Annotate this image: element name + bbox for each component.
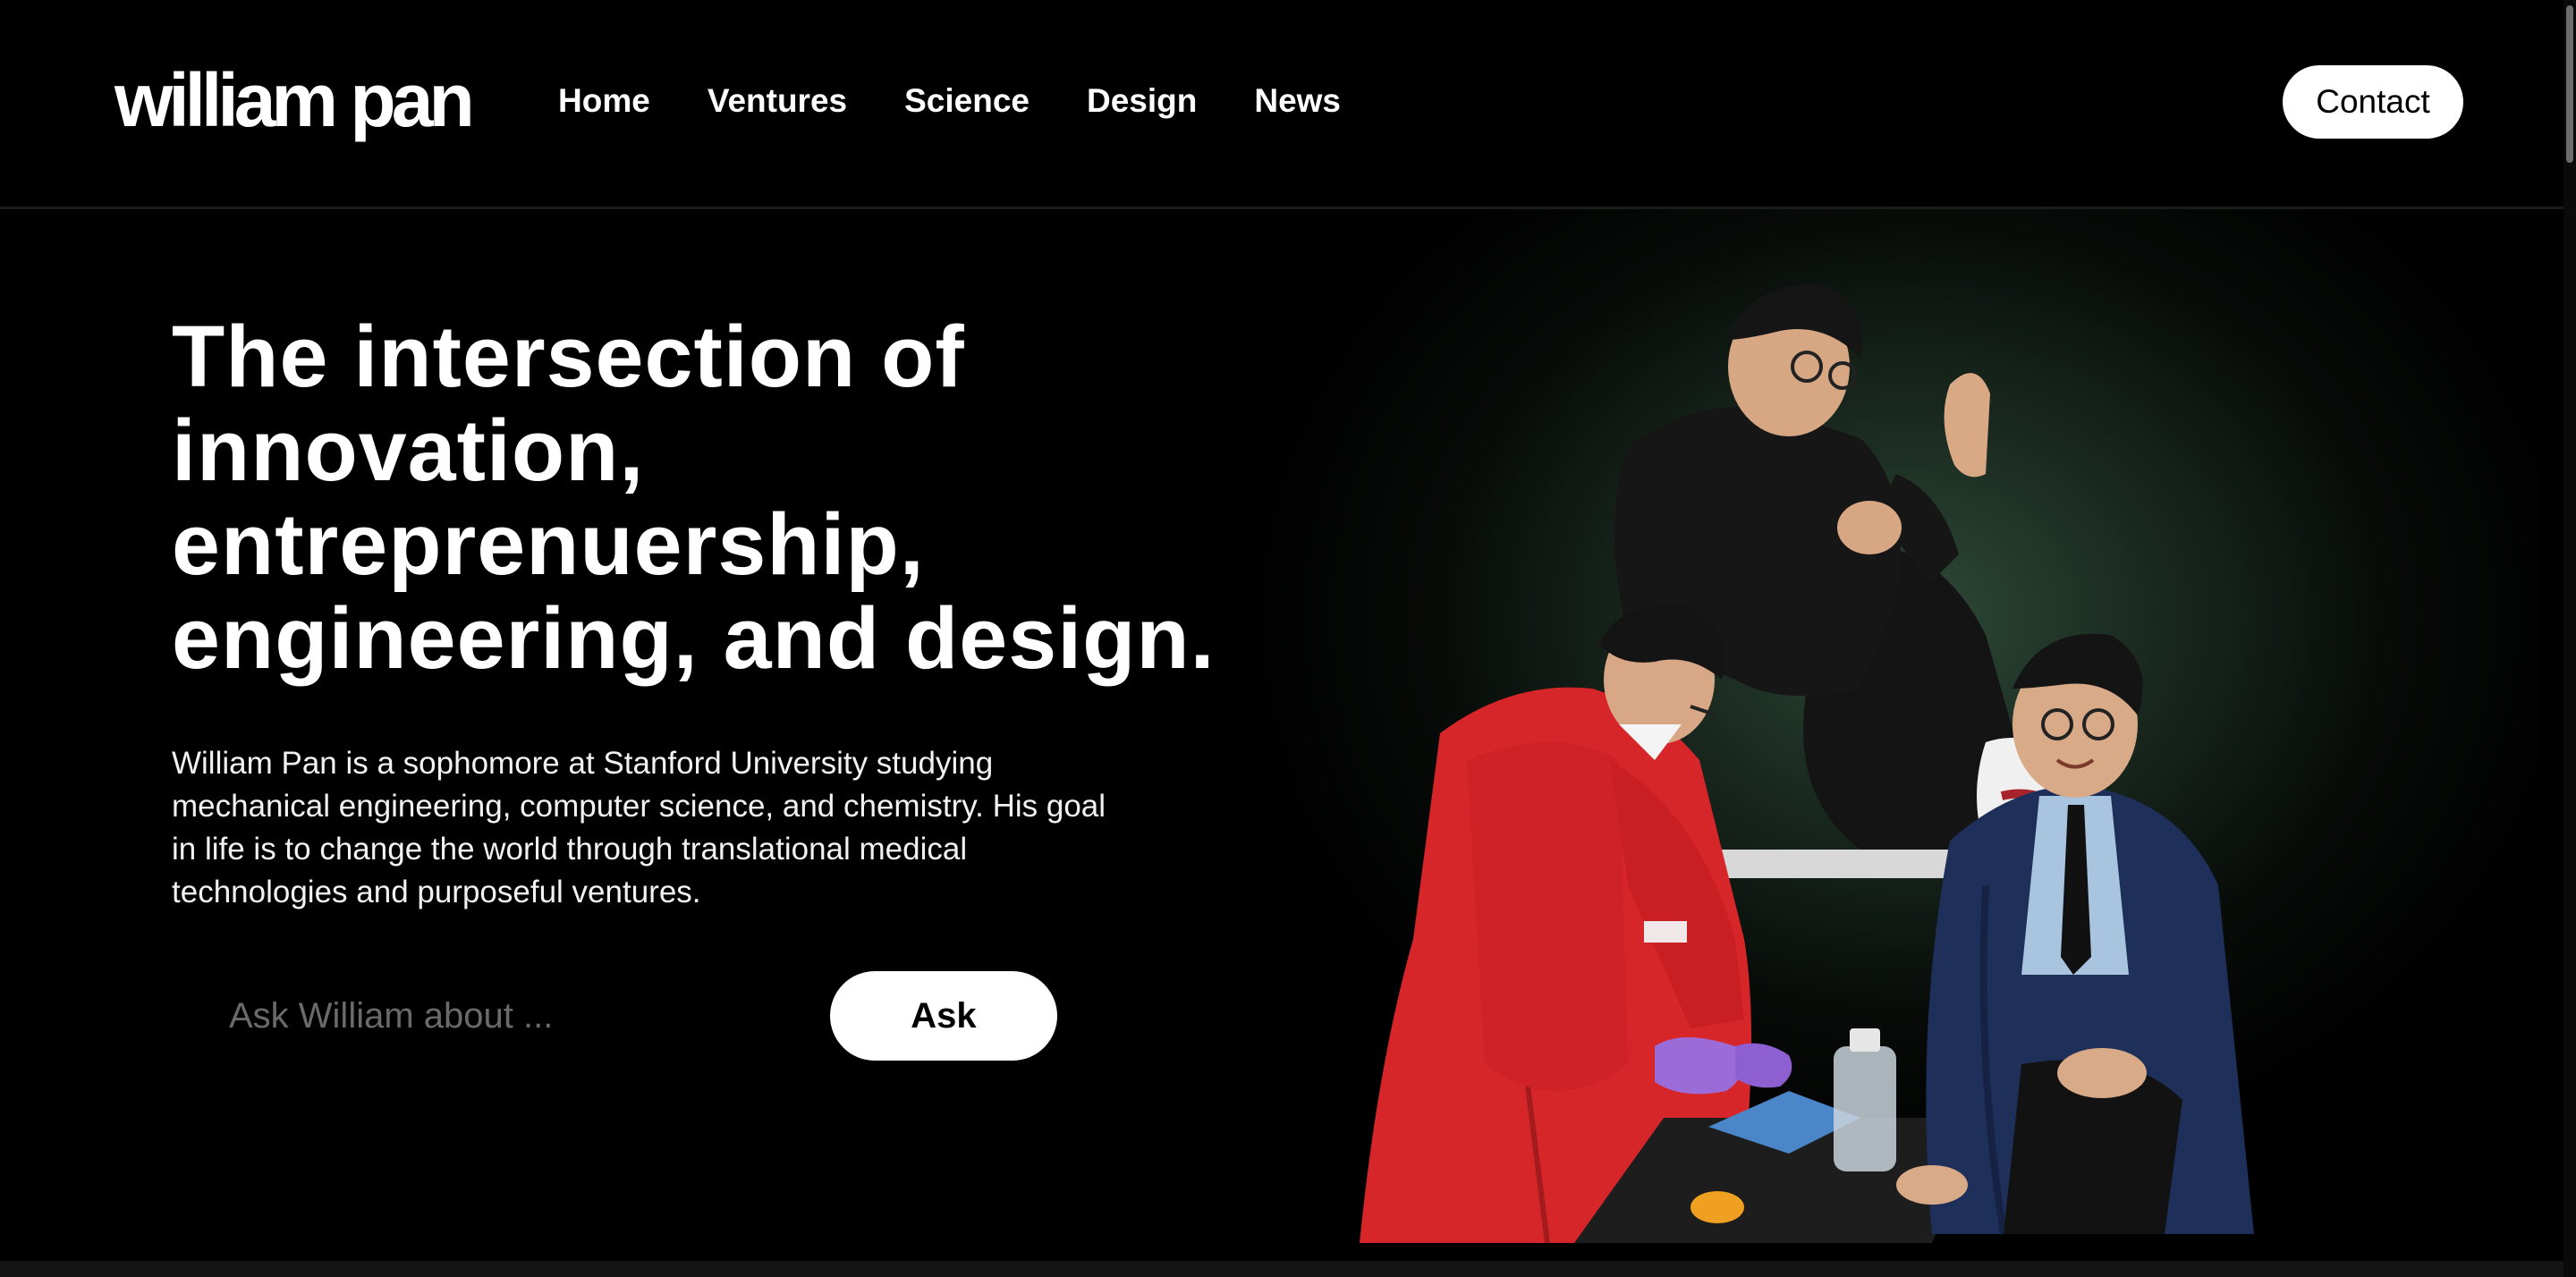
hero-photo-collage [1360, 259, 2433, 1243]
site-header: william pan Home Ventures Science Design… [0, 0, 2563, 209]
hero-intro: William Pan is a sophomore at Stanford U… [172, 746, 1106, 909]
nav-item-design[interactable]: Design [1087, 79, 1197, 123]
scrollbar-thumb[interactable] [2566, 5, 2573, 163]
contact-button[interactable]: Contact [2283, 65, 2463, 139]
nav-item-home[interactable]: Home [558, 79, 650, 123]
hero-headline: The intersection of innovation, entrepre… [172, 308, 1216, 687]
page: william pan Home Ventures Science Design… [0, 0, 2576, 1277]
site-logo[interactable]: william pan [114, 55, 475, 145]
ask-input[interactable] [195, 971, 803, 1061]
nav-item-news[interactable]: News [1254, 79, 1341, 123]
scrollbar[interactable] [2563, 0, 2576, 1277]
main-nav: Home Ventures Science Design News [558, 79, 1398, 123]
nav-item-ventures[interactable]: Ventures [708, 79, 847, 123]
bottom-edge [0, 1261, 2563, 1277]
ask-button[interactable]: Ask [830, 971, 1057, 1061]
nav-item-science[interactable]: Science [904, 79, 1030, 123]
